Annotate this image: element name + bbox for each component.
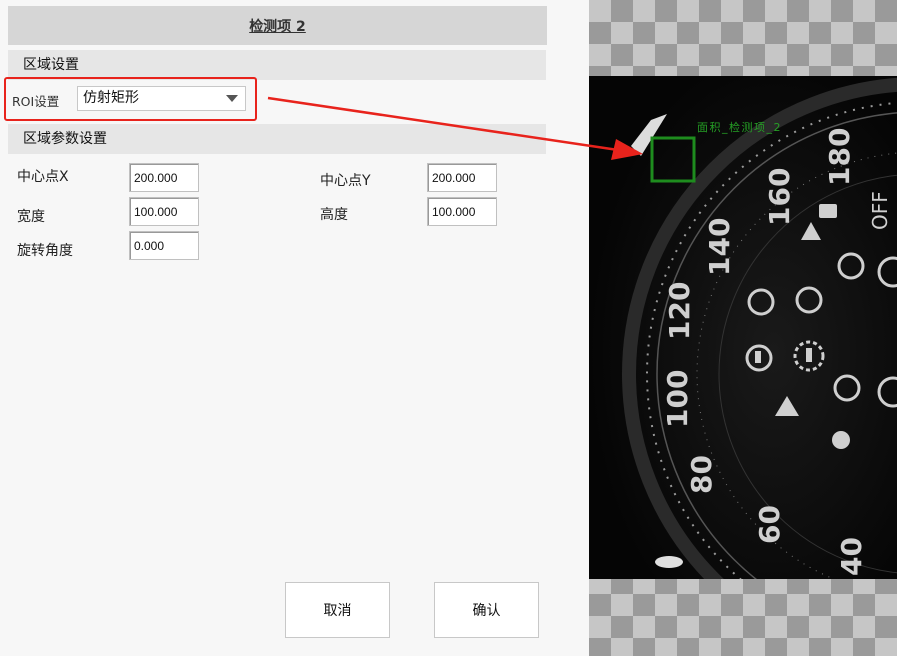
rotation-label: 旋转角度 <box>17 243 73 259</box>
chevron-down-icon <box>226 95 238 102</box>
confirm-button[interactable]: 确认 <box>434 582 539 638</box>
region-section-header: 区域设置 <box>8 50 546 80</box>
center-y-input[interactable] <box>427 163 497 192</box>
roi-shape-select[interactable]: 仿射矩形 <box>77 86 246 111</box>
center-x-input[interactable] <box>129 163 199 192</box>
dial-label-180: 180 <box>823 128 856 186</box>
roi-overlay-label: 面积_检测项_2 <box>697 120 782 134</box>
roi-setting-row: ROI设置 仿射矩形 <box>4 77 257 121</box>
roi-label: ROI设置 <box>12 94 60 109</box>
dashboard-dial-image: 180 160 140 120 100 80 60 40 OFF 面积_检测项_… <box>589 76 897 656</box>
dial-label-160: 160 <box>763 168 796 226</box>
cancel-button[interactable]: 取消 <box>285 582 390 638</box>
image-preview[interactable]: 180 160 140 120 100 80 60 40 OFF 面积_检测项_… <box>589 0 897 656</box>
dialog-title: 检测项 2 <box>8 6 547 45</box>
settings-panel: 检测项 2 区域设置 ROI设置 仿射矩形 区域参数设置 中心点X 中心点Y 宽… <box>0 0 589 656</box>
width-label: 宽度 <box>17 209 45 225</box>
off-indicator-label: OFF <box>868 191 892 230</box>
height-label: 高度 <box>320 207 348 223</box>
rotation-input[interactable] <box>129 231 199 260</box>
dial-label-140: 140 <box>703 218 736 276</box>
roi-shape-value: 仿射矩形 <box>83 90 139 106</box>
params-section-header: 区域参数设置 <box>8 124 546 154</box>
dial-label-80: 80 <box>685 455 718 494</box>
dial-label-60: 60 <box>753 505 786 544</box>
dial-label-100: 100 <box>661 370 694 428</box>
height-input[interactable] <box>427 197 497 226</box>
center-x-label: 中心点X <box>17 169 69 185</box>
camera-image: 180 160 140 120 100 80 60 40 OFF 面积_检测项_… <box>589 76 897 656</box>
dial-label-40: 40 <box>835 537 868 576</box>
width-input[interactable] <box>129 197 199 226</box>
dial-label-120: 120 <box>663 282 696 340</box>
center-y-label: 中心点Y <box>320 173 371 189</box>
